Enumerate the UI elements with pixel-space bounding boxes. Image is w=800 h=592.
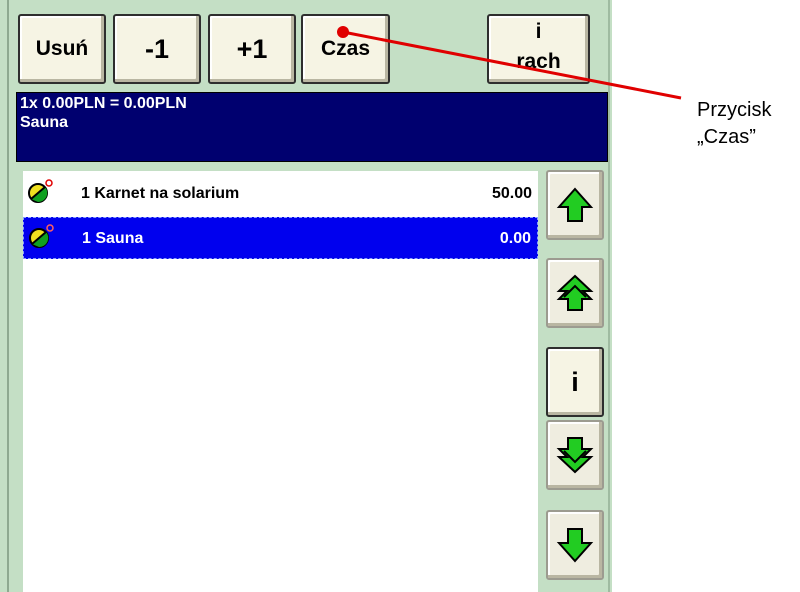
annotation-line2: „Czas” xyxy=(697,126,756,148)
annotation-pointer xyxy=(337,26,682,100)
annotation-line1: Przycisk xyxy=(697,99,772,121)
annotation-label: Przycisk „Czas” xyxy=(697,97,771,151)
